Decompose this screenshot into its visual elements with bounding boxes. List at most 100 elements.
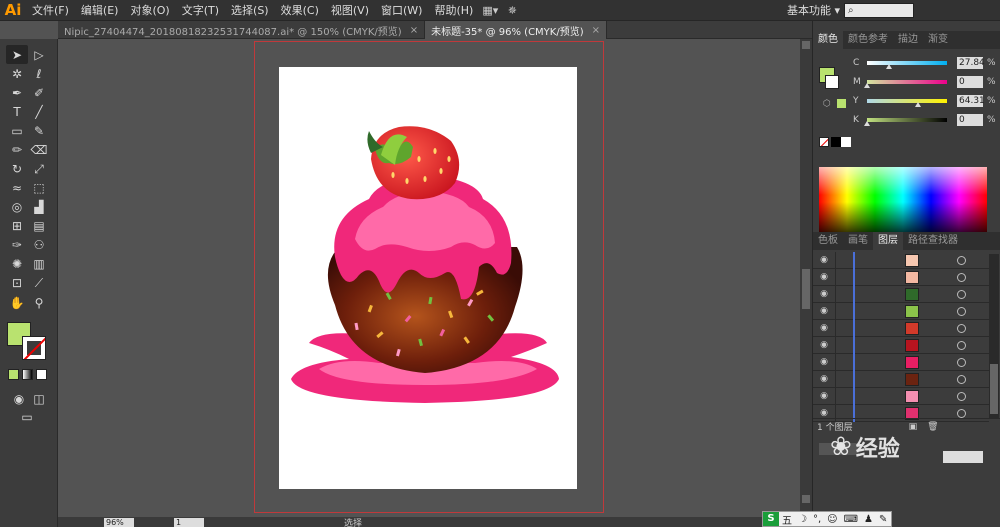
visibility-eye-icon[interactable]: ◉ xyxy=(813,289,835,299)
paintbrush-tool-icon[interactable]: ✎ xyxy=(28,121,50,140)
blend-tool-icon[interactable]: ⚇ xyxy=(28,236,50,255)
ime-halfwidth-icon[interactable]: ☽ xyxy=(795,514,810,525)
visibility-eye-icon[interactable]: ◉ xyxy=(813,391,835,401)
artboard-tool-icon[interactable]: ⊡ xyxy=(6,274,28,293)
free-transform-tool-icon[interactable]: ⬚ xyxy=(28,179,50,198)
eyedropper-tool-icon[interactable]: ✑ xyxy=(6,236,28,255)
black-swatch[interactable] xyxy=(831,137,841,147)
menu-view[interactable]: 视图(V) xyxy=(325,2,375,18)
width-tool-icon[interactable]: ≈ xyxy=(6,179,28,198)
scroll-up-arrow-icon[interactable] xyxy=(802,41,810,49)
slider-magenta[interactable]: M 0% xyxy=(853,76,996,88)
visibility-eye-icon[interactable]: ◉ xyxy=(813,374,835,384)
layer-row[interactable]: ◉ xyxy=(813,268,989,286)
layer-target-icon[interactable] xyxy=(957,306,966,316)
slice-tool-icon[interactable]: ⟋ xyxy=(28,274,50,293)
layer-target-icon[interactable] xyxy=(957,340,966,350)
lock-toggle[interactable] xyxy=(835,336,851,354)
mesh-tool-icon[interactable]: ⊞ xyxy=(6,217,28,236)
layer-row[interactable]: ◉ xyxy=(813,387,989,405)
scale-tool-icon[interactable]: ⤢ xyxy=(28,160,50,179)
layer-row[interactable]: ◉ xyxy=(813,285,989,303)
chart-tool-icon[interactable]: ▟ xyxy=(28,198,50,217)
line-tool-icon[interactable]: ╱ xyxy=(28,102,50,121)
pen-tool-icon[interactable]: ✒ xyxy=(6,83,28,102)
visibility-eye-icon[interactable]: ◉ xyxy=(813,255,835,265)
slider-cyan[interactable]: C 27.84% xyxy=(853,57,996,69)
hand-tool-icon[interactable]: ✋ xyxy=(6,293,28,312)
lock-toggle[interactable] xyxy=(835,319,851,337)
pencil-tool-icon[interactable]: ✏ xyxy=(6,140,28,159)
lock-toggle[interactable] xyxy=(835,387,851,405)
tab-layers[interactable]: 图层 xyxy=(873,232,903,250)
visibility-eye-icon[interactable]: ◉ xyxy=(813,272,835,282)
document-tab-active[interactable]: 未标题-35* @ 96% (CMYK/预览) × xyxy=(425,21,608,39)
slider-yellow[interactable]: Y 64.31% xyxy=(853,95,996,107)
ime-skin-icon[interactable]: ♟ xyxy=(861,514,876,525)
lasso-tool-icon[interactable]: ℓ xyxy=(28,64,50,83)
symbol-sprayer-tool-icon[interactable]: ✺ xyxy=(6,255,28,274)
draw-mode-icon[interactable]: ◉ xyxy=(8,389,30,408)
ime-tools-icon[interactable]: ✎ xyxy=(876,514,890,525)
layers-scrollbar[interactable] xyxy=(989,254,999,419)
layer-target-icon[interactable] xyxy=(957,374,966,384)
menu-effect[interactable]: 效果(C) xyxy=(275,2,325,18)
tab-pathfinder[interactable]: 路径查找器 xyxy=(903,232,963,250)
canvas-vertical-scrollbar[interactable] xyxy=(800,39,812,517)
close-tab-icon[interactable]: × xyxy=(410,25,418,36)
gradient-tool-icon[interactable]: ▤ xyxy=(28,217,50,236)
sogou-logo-icon[interactable]: S xyxy=(763,512,779,526)
layer-target-icon[interactable] xyxy=(957,255,966,265)
layer-target-icon[interactable] xyxy=(957,289,966,299)
menu-help[interactable]: 帮助(H) xyxy=(428,2,479,18)
document-tab[interactable]: Nipic_27404474_20180818232531744087.ai* … xyxy=(58,21,426,39)
stroke-color-swatch[interactable] xyxy=(22,336,46,360)
menu-select[interactable]: 选择(S) xyxy=(225,2,275,18)
scroll-down-arrow-icon[interactable] xyxy=(802,495,810,503)
eraser-tool-icon[interactable]: ⌫ xyxy=(28,140,50,159)
visibility-eye-icon[interactable]: ◉ xyxy=(813,408,835,418)
type-tool-icon[interactable]: T xyxy=(6,102,28,121)
lock-toggle[interactable] xyxy=(835,302,851,320)
visibility-eye-icon[interactable]: ◉ xyxy=(813,306,835,316)
layer-row[interactable]: ◉ xyxy=(813,302,989,320)
layer-target-icon[interactable] xyxy=(957,408,966,418)
lock-toggle[interactable] xyxy=(835,251,851,269)
zoom-level-field[interactable]: 96% xyxy=(104,517,134,527)
gradient-mode-button[interactable] xyxy=(22,369,33,380)
rectangle-tool-icon[interactable]: ▭ xyxy=(6,121,28,140)
visibility-eye-icon[interactable]: ◉ xyxy=(813,340,835,350)
ime-punctuation-icon[interactable]: °, xyxy=(810,514,824,525)
direct-selection-tool-icon[interactable]: ▷ xyxy=(28,45,50,64)
canvas[interactable] xyxy=(58,39,812,517)
curvature-tool-icon[interactable]: ✐ xyxy=(28,83,50,102)
layer-row[interactable]: ◉ xyxy=(813,251,989,269)
draw-behind-icon[interactable]: ◫ xyxy=(28,389,50,408)
menu-file[interactable]: 文件(F) xyxy=(26,2,75,18)
layers-scroll-thumb[interactable] xyxy=(990,364,998,414)
shape-builder-tool-icon[interactable]: ◎ xyxy=(6,198,28,217)
layer-row[interactable]: ◉ xyxy=(813,370,989,388)
magic-wand-tool-icon[interactable]: ✲ xyxy=(6,64,28,83)
lock-toggle[interactable] xyxy=(835,285,851,303)
screen-mode-icon[interactable]: ▭ xyxy=(16,407,38,426)
gamut-swatch[interactable] xyxy=(837,99,846,108)
visibility-eye-icon[interactable]: ◉ xyxy=(813,323,835,333)
close-tab-icon[interactable]: × xyxy=(592,25,600,36)
none-mode-button[interactable] xyxy=(36,369,47,380)
layer-row[interactable]: ◉ xyxy=(813,319,989,337)
search-input[interactable]: ⌕ xyxy=(844,2,914,18)
cake-illustration[interactable] xyxy=(279,67,577,489)
tab-swatches[interactable]: 色板 xyxy=(813,232,843,250)
arrange-documents-icon[interactable]: ▦▾ xyxy=(479,3,501,17)
menu-window[interactable]: 窗口(W) xyxy=(375,2,428,18)
workspace-switcher[interactable]: 基本功能 ▾ xyxy=(783,2,844,18)
zoom-tool-icon[interactable]: ⚲ xyxy=(28,293,50,312)
scrollbar-thumb[interactable] xyxy=(802,269,810,309)
selection-tool-icon[interactable]: ➤ xyxy=(6,45,28,64)
artboard[interactable] xyxy=(279,67,577,489)
sync-icon[interactable]: ✵ xyxy=(501,3,523,17)
tab-brushes[interactable]: 画笔 xyxy=(843,232,873,250)
layer-row[interactable]: ◉ xyxy=(813,336,989,354)
layer-target-icon[interactable] xyxy=(957,272,966,282)
